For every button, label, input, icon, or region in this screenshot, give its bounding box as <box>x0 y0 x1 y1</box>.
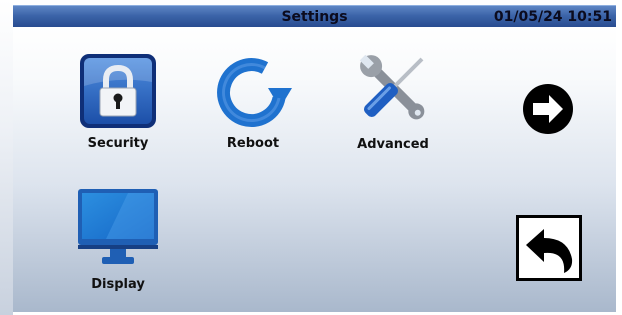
tile-security[interactable]: Security <box>68 52 168 151</box>
reboot-icon <box>217 58 292 128</box>
padlock-icon <box>80 54 156 128</box>
date-time: 01/05/24 10:51 <box>493 9 612 25</box>
tile-reboot-label: Reboot <box>226 136 280 151</box>
next-page-button[interactable] <box>522 83 574 135</box>
settings-screen: Settings 01/05/24 10:51 Security Reboot … <box>0 0 622 315</box>
title-bar: Settings 01/05/24 10:51 <box>13 5 616 28</box>
back-arrow-icon <box>516 215 582 281</box>
tile-display[interactable]: Display <box>68 187 168 292</box>
tile-security-label: Security <box>87 136 149 151</box>
left-edge <box>0 0 13 315</box>
tile-advanced[interactable]: Advanced <box>343 45 443 152</box>
monitor-icon <box>78 189 158 264</box>
tile-display-label: Display <box>91 277 145 292</box>
tile-advanced-label: Advanced <box>357 137 429 152</box>
right-edge <box>616 0 622 315</box>
settings-panel: Security Reboot Advanced Display <box>13 27 616 312</box>
tile-reboot[interactable]: Reboot <box>203 52 303 151</box>
back-button[interactable] <box>516 215 582 281</box>
arrow-right-icon <box>523 84 573 134</box>
wrench-screwdriver-icon <box>359 54 425 120</box>
